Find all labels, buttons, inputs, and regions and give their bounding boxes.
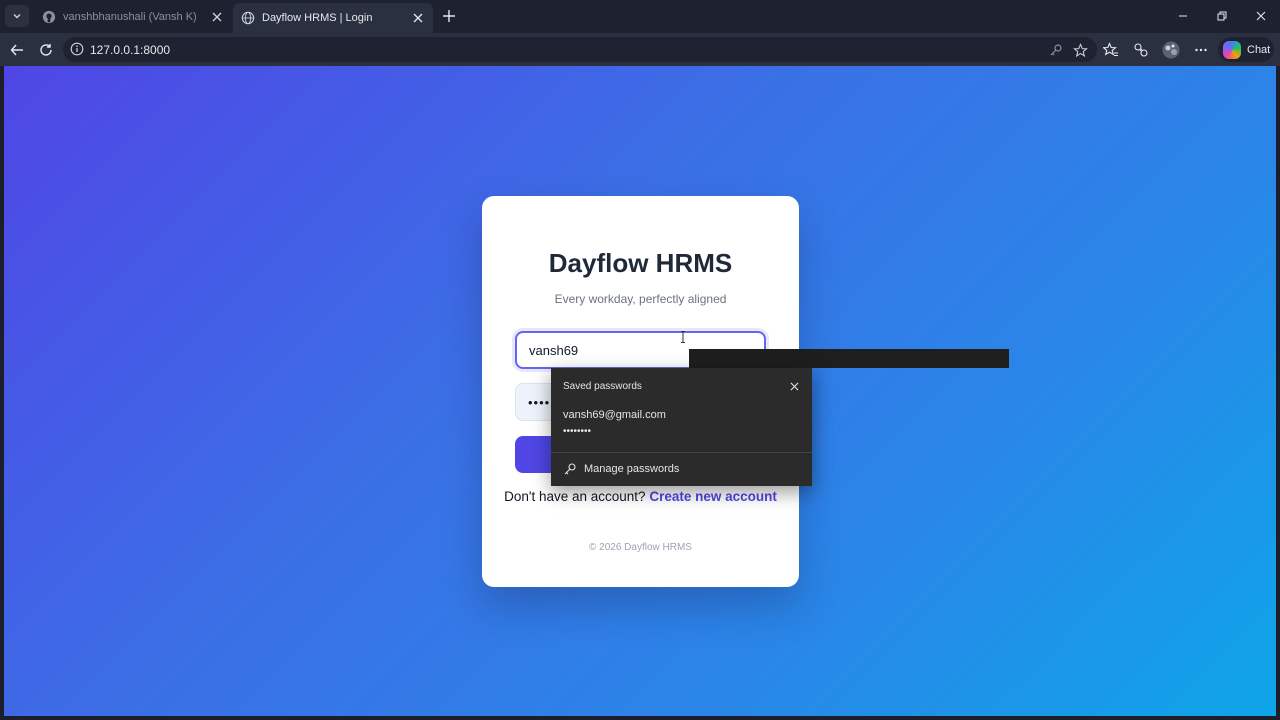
popup-title: Saved passwords — [563, 381, 642, 392]
minimize-icon — [1179, 15, 1187, 17]
saved-credential-email[interactable]: vansh69@gmail.com — [563, 409, 666, 421]
close-icon — [790, 382, 798, 390]
tab-title: vanshbhanushali (Vansh K) — [63, 11, 197, 23]
page-subtitle: Every workday, perfectly aligned — [554, 292, 727, 306]
popup-close-button[interactable] — [787, 379, 801, 393]
reload-icon — [40, 44, 52, 56]
text-cursor-icon — [681, 331, 685, 343]
reload-button[interactable] — [36, 40, 56, 60]
close-window-button[interactable] — [1251, 6, 1271, 26]
tooltip-bar — [689, 349, 1009, 368]
url-text: 127.0.0.1:8000 — [90, 43, 171, 57]
extensions-icon — [1134, 43, 1148, 57]
key-icon[interactable] — [1048, 42, 1064, 58]
copilot-chat-button[interactable]: Chat — [1218, 37, 1274, 62]
extensions-button[interactable] — [1131, 40, 1151, 60]
copilot-label: Chat — [1247, 43, 1271, 56]
copilot-icon — [1223, 40, 1241, 59]
page-title: Dayflow HRMS — [548, 248, 733, 278]
browser-toolbar: 127.0.0.1:8000 Chat — [0, 33, 1280, 66]
avatar — [1162, 41, 1180, 59]
profile-button[interactable] — [1161, 40, 1181, 60]
plus-icon — [443, 10, 455, 22]
create-account-link[interactable]: Create new account — [649, 489, 777, 504]
favorites-button[interactable] — [1101, 40, 1121, 60]
tab-dayflow-login[interactable]: Dayflow HRMS | Login — [233, 3, 433, 33]
info-icon[interactable] — [70, 42, 84, 56]
close-icon[interactable] — [210, 10, 224, 24]
footer-copyright: © 2026 Dayflow HRMS — [589, 542, 692, 553]
page-viewport: Dayflow HRMS Every workday, perfectly al… — [4, 66, 1276, 716]
close-icon[interactable] — [411, 11, 425, 25]
back-button[interactable] — [7, 40, 27, 60]
chevron-down-icon — [13, 14, 21, 19]
star-icon[interactable] — [1072, 42, 1088, 58]
key-icon — [563, 462, 577, 476]
saved-passwords-popup: Saved passwords vansh69@gmail.com ••••••… — [551, 368, 812, 486]
github-icon — [42, 10, 56, 24]
manage-passwords-label: Manage passwords — [584, 463, 680, 475]
close-icon — [1256, 11, 1266, 21]
saved-credential-password[interactable]: •••••••• — [563, 426, 591, 437]
favorites-icon — [1103, 42, 1118, 57]
restore-icon — [1217, 11, 1227, 21]
signup-prompt: Don't have an account? Create new accoun… — [482, 489, 799, 505]
tab-strip: vanshbhanushali (Vansh K) Dayflow HRMS |… — [0, 0, 1280, 33]
more-icon — [1195, 48, 1207, 52]
minimize-button[interactable] — [1173, 6, 1193, 26]
address-bar[interactable]: 127.0.0.1:8000 — [63, 37, 1097, 62]
popup-divider — [551, 452, 812, 453]
tab-github[interactable]: vanshbhanushali (Vansh K) — [34, 4, 232, 30]
tab-actions-menu-button[interactable] — [5, 5, 29, 27]
new-tab-button[interactable] — [440, 7, 458, 25]
arrow-left-icon — [10, 44, 23, 56]
more-button[interactable] — [1191, 40, 1211, 60]
manage-passwords-button[interactable]: Manage passwords — [563, 460, 679, 478]
restore-button[interactable] — [1212, 6, 1232, 26]
signup-prompt-text: Don't have an account? — [504, 489, 646, 504]
globe-icon — [241, 11, 255, 25]
tab-title: Dayflow HRMS | Login — [262, 12, 373, 24]
